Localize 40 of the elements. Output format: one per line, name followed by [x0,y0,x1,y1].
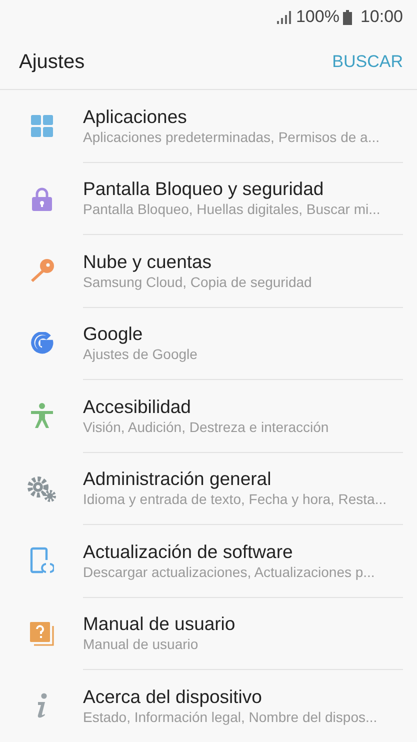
key-icon [28,258,54,284]
settings-item[interactable]: Nube y cuentas Samsung Cloud, Copia de seguridad [83,235,403,308]
item-title: Administración general [83,468,272,490]
item-title: Accesibilidad [83,396,192,418]
item-subtitle: Visión, Audición, Destreza e interacción [83,418,330,436]
item-subtitle: Idioma y entrada de texto, Fecha y hora, Resta... [83,490,388,508]
settings-item[interactable]: Aplicaciones Aplicaciones predeterminadas, Permisos de a... [83,90,403,162]
item-subtitle: Samsung Cloud, Copia de seguridad [83,272,313,291]
item-subtitle: Descargar actualizaciones, Actualizaciones p... [83,562,376,581]
signal-icon [276,10,292,24]
item-title: Pantalla Bloqueo y seguridad [83,178,325,200]
gears-icon [26,476,56,502]
page-title: Ajustes [19,50,85,74]
item-title: Google [83,323,144,346]
battery-icon [343,10,352,24]
item-subtitle: Estado, Información legal, Nombre del dispos... [83,708,378,726]
device-refresh-icon [30,547,54,576]
item-subtitle: Ajustes de Google [83,345,198,364]
item-subtitle: Pantalla Bloqueo, Huellas digitales, Buscar mi... [83,200,382,218]
google-g-icon [30,332,54,356]
apps-grid-icon [30,115,52,138]
item-title: Nube y cuentas [83,250,213,273]
settings-item[interactable]: Acerca del dispositivo Estado, Información legal, Nombre del dispos... [83,670,403,742]
help-book-icon [30,622,54,646]
battery-percentage: 100% [296,6,340,28]
settings-item[interactable]: Pantalla Bloqueo y seguridad Pantalla Bloqueo, Huellas digitales, Buscar mi... [83,162,403,235]
item-title: Acerca del dispositivo [83,686,263,708]
settings-item[interactable]: Accesibilidad Visión, Audición, Destreza e interacción [83,380,403,452]
item-title: Actualización de software [83,540,294,563]
item-subtitle: Aplicaciones predeterminadas, Permisos de a... [83,128,380,146]
settings-item[interactable]: Actualización de software Descargar actualizaciones, Actualizaciones p... [83,525,403,598]
settings-item[interactable]: Manual de usuario Manual de usuario [83,598,403,670]
settings-item[interactable]: Administración general Idioma y entrada de texto, Fecha y hora, Resta... [83,452,403,525]
clock: 10:00 [360,6,403,28]
item-title: Manual de usuario [83,613,236,636]
padlock-icon [32,186,52,211]
settings-item[interactable]: Google Ajustes de Google [83,308,403,380]
item-subtitle: Manual de usuario [83,635,200,654]
person-icon [30,403,54,430]
item-title: Aplicaciones [83,106,188,128]
